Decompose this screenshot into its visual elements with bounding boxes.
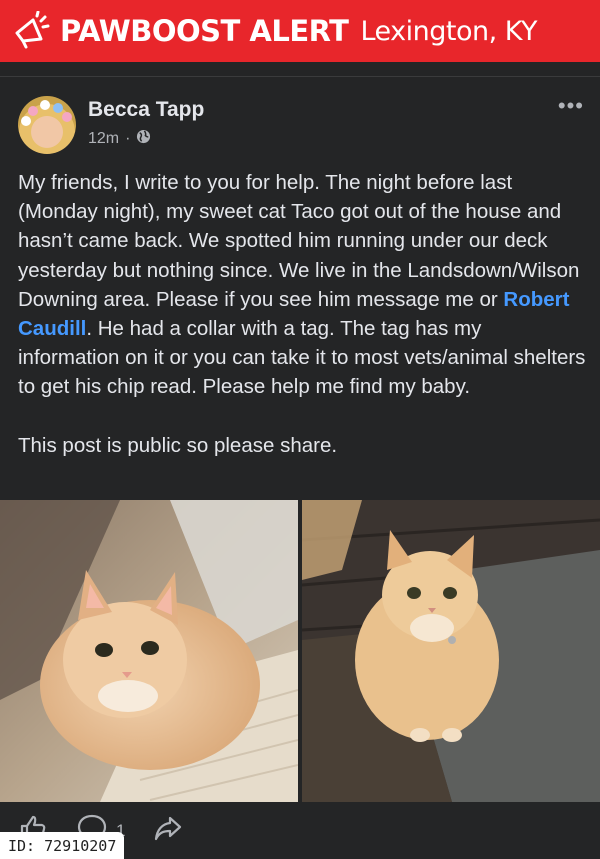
- divider: [0, 76, 600, 77]
- meta-separator: ·: [125, 130, 131, 147]
- post-closing: This post is public so please share.: [18, 433, 338, 457]
- post-time[interactable]: 12m: [88, 130, 119, 148]
- post-text-part: . He had a collar with a tag. The tag ha…: [18, 317, 586, 399]
- post-meta: 12m ·: [88, 129, 151, 149]
- alert-location: Lexington, KY: [360, 15, 537, 47]
- alert-banner: PAWBOOST ALERT Lexington, KY: [0, 0, 600, 62]
- photo-grid: [0, 500, 600, 802]
- post-header: Becca Tapp 12m · •••: [18, 95, 588, 156]
- post-paragraph: My friends, I write to you for help. The…: [18, 168, 588, 402]
- author-name[interactable]: Becca Tapp: [88, 98, 204, 122]
- avatar[interactable]: [18, 96, 76, 154]
- cat-photo-left[interactable]: [0, 500, 298, 802]
- brand-name: PAWBOOST ALERT: [60, 14, 349, 48]
- cat-photo-right[interactable]: [302, 500, 600, 802]
- more-options-icon[interactable]: •••: [558, 95, 584, 117]
- share-button[interactable]: [153, 813, 183, 848]
- globe-icon: [136, 129, 151, 149]
- share-icon: [153, 813, 183, 848]
- post-text: My friends, I write to you for help. The…: [18, 168, 588, 460]
- megaphone-icon: [8, 8, 54, 54]
- post-text-part: My friends, I write to you for help. The…: [18, 171, 580, 311]
- listing-id-badge: ID: 72910207: [0, 832, 125, 859]
